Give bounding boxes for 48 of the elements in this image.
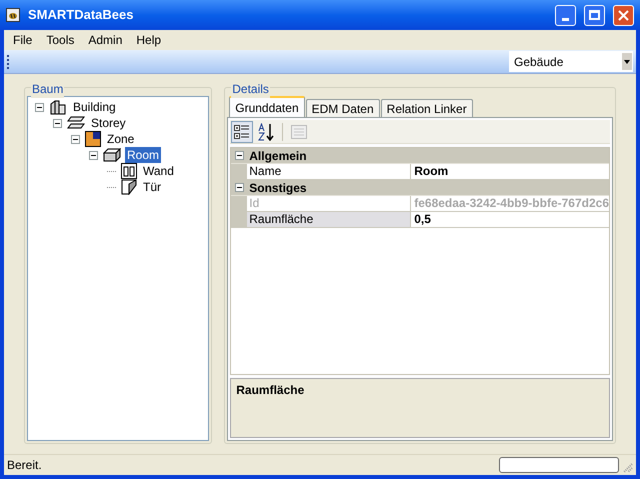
window-title: SMARTDataBees xyxy=(28,6,134,24)
property-name[interactable]: Raumfläche xyxy=(247,212,412,228)
property-pages-icon xyxy=(291,124,308,138)
door-icon xyxy=(121,179,137,195)
category-dropdown[interactable]: Gebäude xyxy=(509,51,633,72)
collapse-toggle[interactable] xyxy=(234,183,244,192)
tab[interactable]: EDM Daten xyxy=(306,99,380,117)
close-button[interactable] xyxy=(613,4,634,26)
dropdown-value: Gebäude xyxy=(514,54,564,70)
menu-item[interactable]: Help xyxy=(129,31,168,49)
bee-icon xyxy=(6,8,20,22)
tree-item[interactable]: Wand xyxy=(141,163,176,179)
menu-item[interactable]: Tools xyxy=(39,31,82,49)
minimize-button[interactable] xyxy=(555,4,576,26)
tab[interactable]: Relation Linker xyxy=(380,99,473,117)
collapse-toggle[interactable] xyxy=(89,150,98,160)
menu-item[interactable]: File xyxy=(6,31,40,49)
sort-az-icon xyxy=(257,122,276,140)
tree-item[interactable]: Room xyxy=(125,147,162,163)
grip-handle[interactable] xyxy=(7,54,9,68)
floor-slabs-icon xyxy=(67,116,85,130)
categorized-view-button[interactable] xyxy=(231,120,254,142)
tree-item[interactable]: Tür xyxy=(141,179,163,195)
wall-icon xyxy=(121,163,137,179)
category-label: Sonstiges xyxy=(248,180,307,196)
category-label: Allgemein xyxy=(248,148,307,164)
property-name[interactable]: Name xyxy=(247,164,412,180)
collapse-toggle[interactable] xyxy=(234,151,244,160)
close-icon xyxy=(618,10,629,20)
collapse-toggle[interactable] xyxy=(53,118,62,128)
tab[interactable]: Grunddaten xyxy=(229,96,305,117)
categorized-list-icon xyxy=(234,124,250,140)
property-value[interactable]: 0,5 xyxy=(411,212,609,228)
building-icon xyxy=(49,99,67,115)
tree-item[interactable]: Zone xyxy=(105,131,136,147)
tree-item[interactable]: Storey xyxy=(89,115,128,131)
zone-icon xyxy=(85,131,101,147)
description-title: Raumfläche xyxy=(236,383,304,397)
status-text: Bereit. xyxy=(7,457,42,474)
menu-item[interactable]: Admin xyxy=(81,31,130,49)
collapse-toggle[interactable] xyxy=(71,134,80,144)
maximize-button[interactable] xyxy=(584,4,605,26)
box-icon xyxy=(103,148,121,162)
tree-item[interactable]: Building xyxy=(71,99,118,115)
resize-grip-icon[interactable] xyxy=(621,461,633,473)
property-value[interactable]: Room xyxy=(411,164,609,180)
collapse-toggle[interactable] xyxy=(35,102,44,112)
dropdown-arrow-icon xyxy=(624,60,630,64)
